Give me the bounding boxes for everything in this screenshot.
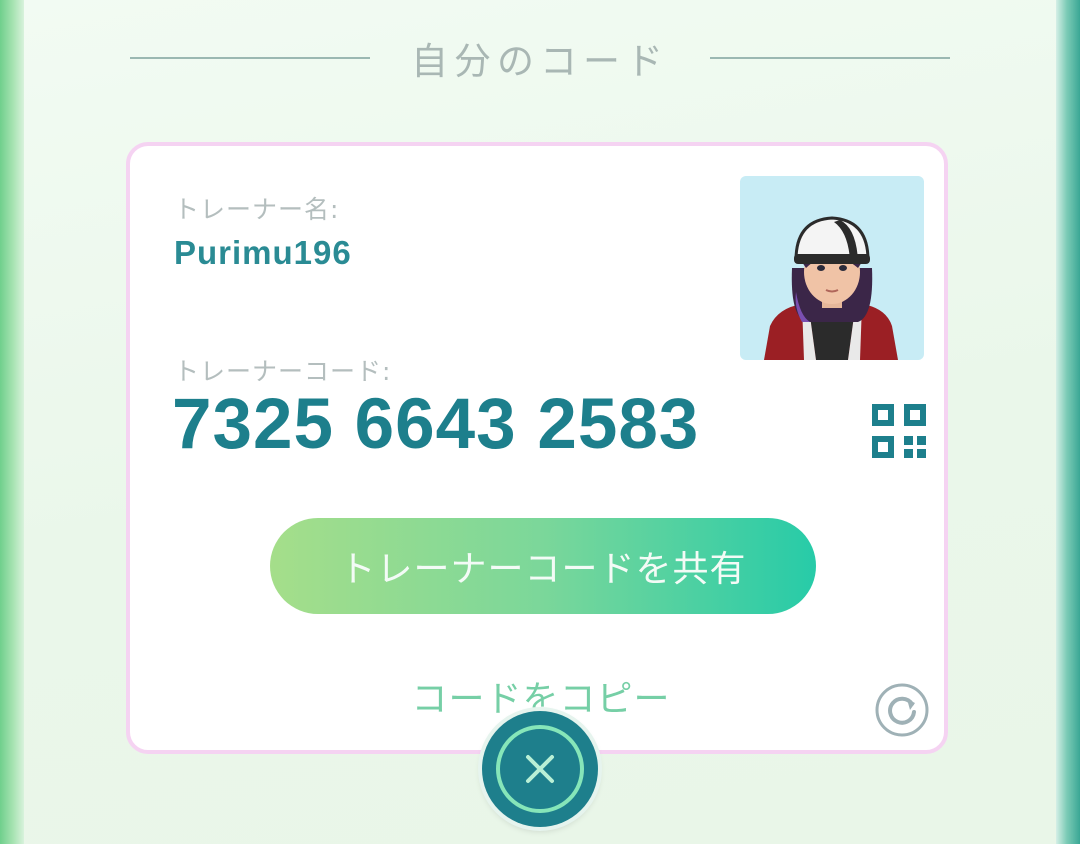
avatar-illustration — [764, 216, 898, 360]
header-divider-right — [710, 57, 950, 59]
trainer-name: Purimu196 — [174, 234, 352, 271]
close-icon — [496, 725, 584, 813]
right-edge-decoration — [1056, 0, 1080, 844]
page-title: 自分のコード — [411, 40, 669, 83]
trainer-code-screen: 自分のコード トレーナー名: Purimu196 トレーナーコード: 7325 … — [0, 0, 1080, 844]
qr-code-icon-graphic — [872, 404, 926, 458]
qr-code-icon[interactable] — [872, 404, 926, 458]
header-divider-left — [130, 57, 370, 59]
trainer-code-card: トレーナー名: Purimu196 トレーナーコード: 7325 6643 25… — [126, 142, 948, 754]
refresh-icon-graphic — [875, 683, 929, 737]
trainer-name-label: トレーナー名: — [174, 195, 340, 224]
refresh-icon[interactable] — [874, 682, 930, 738]
section-header: 自分のコード — [130, 30, 950, 86]
share-button-label: トレーナーコードを共有 — [339, 549, 747, 590]
trainer-code-label: トレーナーコード: — [174, 357, 392, 386]
trainer-code-value: 7325 6643 2583 — [172, 385, 700, 464]
share-trainer-code-button[interactable]: トレーナーコードを共有 — [270, 518, 816, 614]
trainer-avatar — [740, 176, 924, 360]
left-edge-decoration — [0, 0, 24, 844]
close-button[interactable] — [482, 711, 598, 827]
